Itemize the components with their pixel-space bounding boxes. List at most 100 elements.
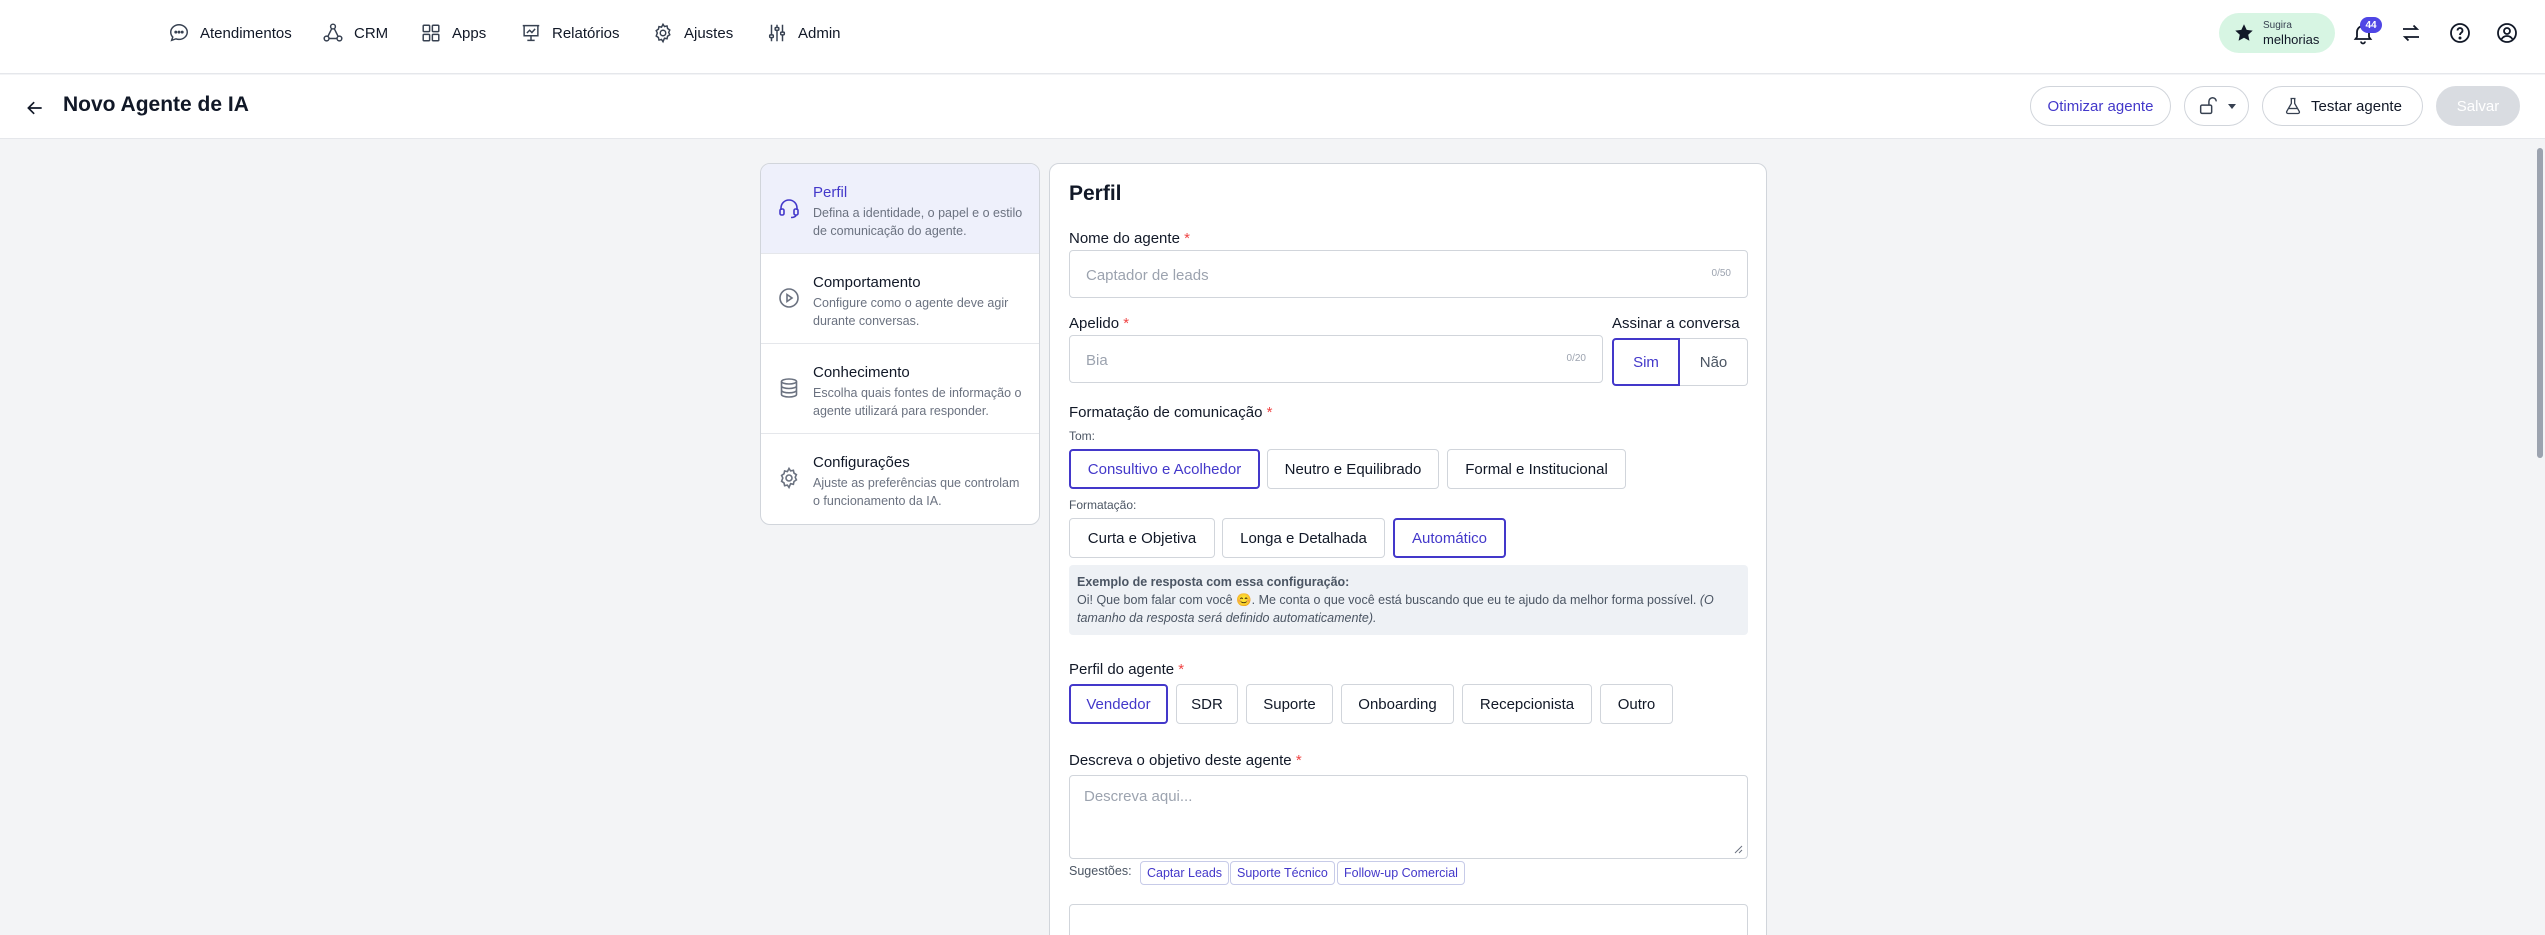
nav-label: Ajustes — [684, 24, 734, 42]
profile-option-suporte[interactable]: Suporte — [1246, 684, 1333, 724]
agent-name-input[interactable] — [1086, 263, 1628, 287]
star-icon — [2235, 24, 2253, 41]
objective-field — [1069, 775, 1748, 859]
gear-icon — [780, 466, 798, 490]
test-agent-label: Testar agente — [2311, 97, 2402, 115]
suggest-line2: melhorias — [2263, 32, 2320, 47]
objective-textarea[interactable] — [1084, 788, 1724, 848]
step-title: Perfil — [813, 184, 848, 201]
tone-option-formal[interactable]: Formal e Institucional — [1447, 449, 1626, 489]
form-title: Perfil — [1069, 182, 1122, 205]
agent-name-label: Nome do agente * — [1069, 230, 1190, 247]
arrow-left-icon — [27, 101, 42, 115]
step-description: Escolha quais fontes de informação o age… — [813, 386, 1022, 418]
nickname-counter: 0/20 — [1566, 353, 1586, 364]
help-button[interactable] — [2447, 20, 2473, 46]
profile-option-sdr[interactable]: SDR — [1176, 684, 1238, 724]
flask-icon — [2285, 97, 2301, 115]
tone-option-neutro[interactable]: Neutro e Equilibrado — [1267, 449, 1439, 489]
required-asterisk: * — [1295, 752, 1302, 769]
step-perfil[interactable]: Perfil Defina a identidade, o papel e o … — [761, 164, 1039, 254]
chat-bubble-icon — [170, 24, 188, 42]
back-button[interactable] — [22, 95, 48, 121]
step-title: Configurações — [813, 454, 910, 471]
page-scrollbar[interactable] — [2535, 140, 2545, 935]
step-conhecimento[interactable]: Conhecimento Escolha quais fontes de inf… — [761, 344, 1039, 434]
example-message: Oi! Que bom falar com você 😊. Me conta o… — [1077, 593, 1697, 607]
sign-no-button[interactable]: Não — [1680, 338, 1748, 386]
grid-icon — [422, 24, 440, 42]
nav-label: Atendimentos — [200, 24, 292, 42]
example-heading: Exemplo de resposta com essa configuraçã… — [1077, 575, 1350, 589]
format-option-longa[interactable]: Longa e Detalhada — [1222, 518, 1385, 558]
steps-sidebar: Perfil Defina a identidade, o papel e o … — [760, 163, 1040, 525]
format-option-automatico[interactable]: Automático — [1393, 518, 1506, 558]
sign-yes-button[interactable]: Sim — [1612, 338, 1680, 386]
suggestion-follow-up[interactable]: Follow-up Comercial — [1337, 861, 1465, 885]
required-asterisk: * — [1184, 230, 1190, 247]
suggest-improvements-button[interactable]: Sugira melhorias — [2219, 13, 2335, 53]
suggestion-captar-leads[interactable]: Captar Leads — [1140, 861, 1230, 885]
tone-label: Tom: — [1069, 429, 1096, 443]
nav-item-apps[interactable]: Apps — [420, 20, 486, 46]
nav-item-ajustes[interactable]: Ajustes — [652, 20, 733, 46]
sign-conversation-toggle: Sim Não — [1612, 338, 1748, 386]
profile-option-vendedor[interactable]: Vendedor — [1069, 684, 1168, 724]
tone-option-consultivo[interactable]: Consultivo e Acolhedor — [1069, 449, 1260, 489]
database-icon — [780, 378, 798, 398]
step-description: Ajuste as preferências que controlam o f… — [813, 476, 1020, 508]
communication-format-label: Formatação de comunicação * — [1069, 404, 1272, 421]
step-title: Comportamento — [813, 274, 921, 291]
response-example-box: Exemplo de resposta com essa configuraçã… — [1069, 565, 1748, 635]
visibility-dropdown-button[interactable] — [2184, 86, 2249, 126]
profile-option-recepcionista[interactable]: Recepcionista — [1462, 684, 1592, 724]
step-description: Defina a identidade, o papel e o estilo … — [813, 206, 1023, 238]
notification-count-badge: 44 — [2360, 17, 2382, 33]
step-comportamento[interactable]: Comportamento Configure como o agente de… — [761, 254, 1039, 344]
profile-option-outro[interactable]: Outro — [1600, 684, 1673, 724]
step-configuracoes[interactable]: Configurações Ajuste as preferências que… — [761, 434, 1039, 524]
page-header: Novo Agente de IA Otimizar agente Testar… — [0, 75, 2545, 139]
profile-option-onboarding[interactable]: Onboarding — [1341, 684, 1454, 724]
next-field-box[interactable] — [1069, 904, 1748, 935]
user-profile-button[interactable] — [2494, 20, 2520, 46]
nav-label: Apps — [452, 24, 487, 42]
required-asterisk: * — [1266, 404, 1273, 421]
swap-arrows-icon — [2402, 24, 2420, 42]
resize-grip-icon[interactable] — [1733, 844, 1743, 854]
step-title: Conhecimento — [813, 364, 910, 381]
step-description: Configure como o agente deve agir durant… — [813, 296, 1009, 328]
save-button[interactable]: Salvar — [2436, 86, 2520, 126]
agent-profile-label-text: Perfil do agente — [1069, 661, 1175, 678]
presentation-chart-icon — [522, 24, 540, 42]
agent-name-label-text: Nome do agente — [1069, 230, 1180, 247]
suggestion-suporte-tecnico[interactable]: Suporte Técnico — [1230, 861, 1335, 885]
nickname-input[interactable] — [1086, 348, 1512, 372]
nav-item-atendimentos[interactable]: Atendimentos — [168, 20, 292, 46]
nav-label: Relatórios — [552, 24, 620, 42]
scrollbar-thumb[interactable] — [2537, 148, 2543, 458]
sliders-icon — [768, 24, 786, 42]
format-option-curta[interactable]: Curta e Objetiva — [1069, 518, 1215, 558]
test-agent-button[interactable]: Testar agente — [2262, 86, 2423, 126]
help-circle-icon — [2450, 23, 2470, 43]
suggest-line1: Sugira — [2263, 20, 2292, 31]
nickname-field: 0/20 — [1069, 335, 1603, 383]
optimize-agent-button[interactable]: Otimizar agente — [2030, 86, 2171, 126]
caret-down-icon — [2227, 104, 2236, 109]
user-circle-icon — [2497, 23, 2517, 43]
example-text: Oi! Que bom falar com você 😊. Me conta o… — [1077, 591, 1740, 627]
nav-item-crm[interactable]: CRM — [322, 20, 388, 46]
nav-label: CRM — [354, 24, 389, 42]
nav-label: Admin — [798, 24, 841, 42]
agent-name-counter: 0/50 — [1711, 268, 1731, 279]
sign-conversation-label: Assinar a conversa — [1612, 315, 1740, 332]
nav-item-admin[interactable]: Admin — [766, 20, 841, 46]
top-navigation: Atendimentos CRM Apps Relatórios Ajustes… — [0, 0, 2545, 74]
suggest-text: Sugira melhorias — [2263, 19, 2319, 47]
required-asterisk: * — [1123, 315, 1130, 332]
switch-account-button[interactable] — [2398, 20, 2424, 46]
nav-item-relatorios[interactable]: Relatórios — [520, 20, 620, 46]
profile-form-card: Perfil Nome do agente * 0/50 Apelido * 0… — [1049, 163, 1767, 935]
objective-label-text: Descreva o objetivo deste agente — [1069, 752, 1292, 769]
